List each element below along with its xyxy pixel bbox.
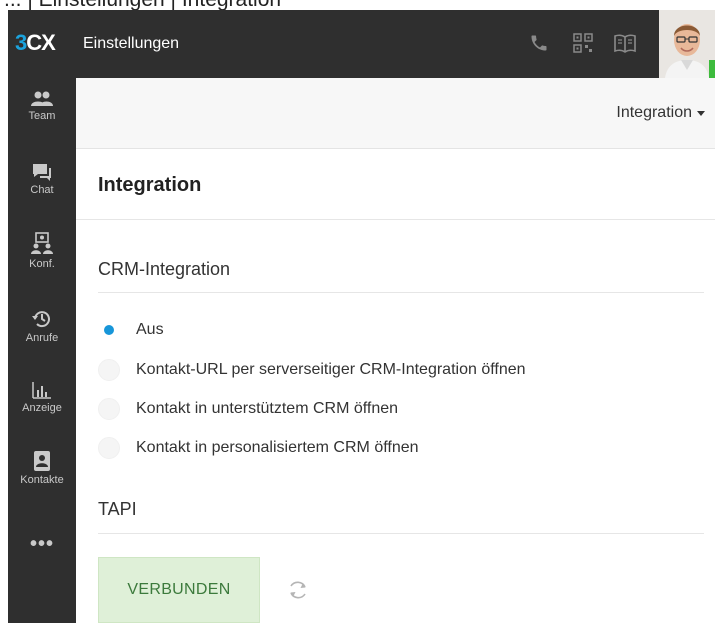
chat-icon xyxy=(33,164,51,181)
book-icon[interactable] xyxy=(612,30,638,56)
radio-button[interactable] xyxy=(98,359,120,381)
divider xyxy=(98,292,704,293)
divider xyxy=(76,219,715,220)
presence-indicator xyxy=(709,60,715,78)
app-title: Einstellungen xyxy=(83,35,180,52)
radio-button[interactable] xyxy=(98,398,120,420)
user-avatar[interactable] xyxy=(659,10,715,78)
tapi-connected-button[interactable]: VERBUNDEN xyxy=(98,557,260,623)
team-icon xyxy=(31,91,53,106)
qr-code-icon[interactable] xyxy=(570,30,596,56)
sidebar-item-display[interactable]: Anzeige xyxy=(8,380,76,440)
sidebar-item-calls[interactable]: Anrufe xyxy=(8,308,76,368)
breadcrumb: ... | Einstellungen | Integration xyxy=(0,0,715,10)
radio-crm-personalized[interactable]: Kontakt in personalisiertem CRM öffnen xyxy=(98,435,419,461)
divider xyxy=(98,533,704,534)
main-content: Integration Integration CRM-Integration … xyxy=(76,78,715,623)
chart-icon xyxy=(32,382,51,399)
sidebar-item-conference[interactable]: Konf. xyxy=(8,232,76,292)
contacts-icon xyxy=(34,451,50,471)
more-menu-button[interactable]: ••• xyxy=(8,533,76,556)
crm-section-title: CRM-Integration xyxy=(98,259,231,279)
caret-down-icon xyxy=(697,110,705,116)
radio-button[interactable] xyxy=(98,437,120,459)
top-bar: 3CX Einstellungen xyxy=(8,10,715,78)
sidebar-item-team[interactable]: Team xyxy=(8,90,76,150)
tapi-section-title: TAPI xyxy=(98,499,137,519)
radio-crm-supported[interactable]: Kontakt in unterstütztem CRM öffnen xyxy=(98,396,398,422)
refresh-icon[interactable] xyxy=(286,578,310,602)
conference-icon xyxy=(31,232,53,254)
history-icon xyxy=(32,311,50,328)
radio-button[interactable] xyxy=(98,319,120,341)
page-title: Integration xyxy=(98,174,202,196)
sidebar: Team Chat Konf. Anrufe Anzeige Kontakte … xyxy=(8,78,76,623)
sidebar-item-contacts[interactable]: Kontakte xyxy=(8,450,76,510)
sub-header: Integration xyxy=(76,78,715,149)
radio-crm-off[interactable]: Aus xyxy=(98,317,164,343)
sidebar-item-chat[interactable]: Chat xyxy=(8,162,76,222)
integration-dropdown[interactable]: Integration xyxy=(616,104,705,122)
app-logo[interactable]: 3CX xyxy=(15,30,56,56)
radio-crm-server-url[interactable]: Kontakt-URL per serverseitiger CRM-Integ… xyxy=(98,357,526,383)
phone-icon[interactable] xyxy=(526,30,552,56)
